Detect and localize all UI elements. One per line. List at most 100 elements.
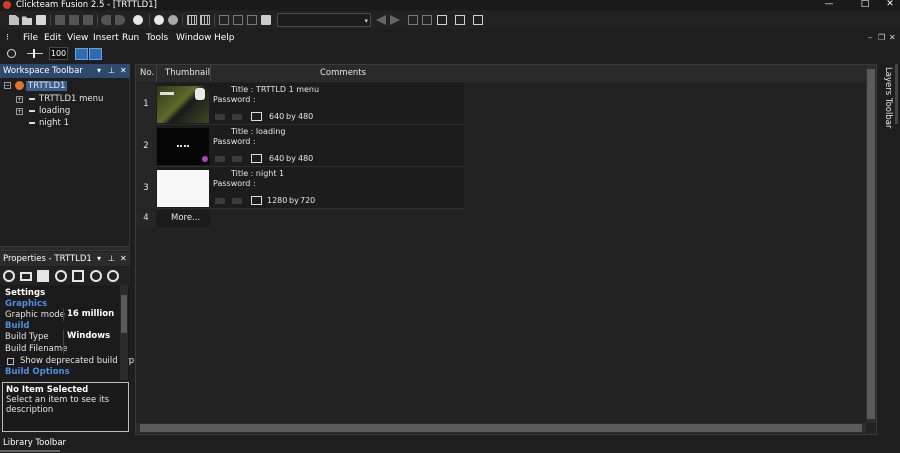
event-editor-icon[interactable] xyxy=(219,15,229,25)
next-frame-icon[interactable] xyxy=(390,15,400,25)
frame-height[interactable]: 480 xyxy=(298,154,313,163)
back-icon[interactable] xyxy=(154,15,164,25)
frame-thumbnail[interactable] xyxy=(157,86,209,123)
scrollbar-thumb[interactable] xyxy=(867,69,875,419)
frame-editor-icon[interactable] xyxy=(200,15,210,25)
tree-item-frame-1[interactable]: TRTTLD1 menu xyxy=(39,93,103,105)
expand-icon[interactable]: + xyxy=(16,108,23,115)
tree-item-frame-3[interactable]: night 1 xyxy=(39,117,69,129)
cut-icon[interactable] xyxy=(55,15,65,25)
maximize-button[interactable]: □ xyxy=(858,0,872,9)
previous-frame-icon[interactable] xyxy=(376,15,386,25)
frame-width[interactable]: 640 xyxy=(269,112,284,121)
menu-file[interactable]: File xyxy=(23,33,38,43)
save-icon[interactable] xyxy=(36,15,46,25)
view-mode-button[interactable] xyxy=(75,48,88,60)
gear-icon[interactable] xyxy=(3,270,15,282)
storyboard-horizontal-scrollbar[interactable] xyxy=(136,423,866,433)
copy-icon[interactable] xyxy=(69,15,79,25)
zoom-input[interactable]: 100 xyxy=(49,47,68,60)
frame-password[interactable]: Password : xyxy=(213,179,256,188)
storyboard-row[interactable]: 2 Title : loading Password : 640 by 480 xyxy=(136,125,464,167)
redo-icon[interactable] xyxy=(115,15,125,25)
menu-edit[interactable]: Edit xyxy=(44,33,61,43)
object-icon[interactable] xyxy=(261,15,271,25)
paste-icon[interactable] xyxy=(83,15,93,25)
compatibility-icon[interactable] xyxy=(107,270,119,282)
window-icon[interactable] xyxy=(20,272,32,281)
mdi-restore-button[interactable]: ❐ xyxy=(878,33,885,42)
close-button[interactable]: ✕ xyxy=(883,0,897,9)
search-icon[interactable] xyxy=(7,49,16,58)
more-frames-button[interactable]: More... xyxy=(171,213,200,223)
frame-title[interactable]: Title : night 1 xyxy=(231,169,284,178)
scrollbar-thumb[interactable] xyxy=(121,295,127,333)
storyboard-row[interactable]: 1 Title : TRTTLD 1 menu Password : 640 b… xyxy=(136,83,464,125)
collapse-icon[interactable]: − xyxy=(4,82,11,89)
panel-splitter[interactable] xyxy=(0,246,130,251)
frame-thumbnail[interactable] xyxy=(157,128,209,165)
storyboard-more-row[interactable]: 4 More... xyxy=(136,210,210,227)
tree-item-application[interactable]: TRTTLD1 xyxy=(26,80,68,92)
tree-item-frame-2[interactable]: loading xyxy=(39,105,70,117)
properties-scrollbar[interactable] xyxy=(120,285,128,380)
frame-height[interactable]: 480 xyxy=(298,112,313,121)
view-mode-alt-button[interactable] xyxy=(89,48,102,60)
frame-thumbnail[interactable] xyxy=(157,170,209,207)
minimize-button[interactable]: — xyxy=(822,0,836,9)
mdi-minimize-button[interactable]: – xyxy=(868,33,872,42)
menu-window[interactable]: Window xyxy=(176,33,212,43)
zoom-slider-handle[interactable] xyxy=(33,49,35,58)
storyboard-vertical-scrollbar[interactable] xyxy=(866,65,876,423)
close-icon[interactable]: ✕ xyxy=(120,254,127,263)
pin-icon[interactable]: ⊥ xyxy=(108,254,115,263)
open-folder-icon[interactable] xyxy=(22,16,32,25)
fade-out-icon[interactable] xyxy=(232,198,242,204)
show-deprecated-checkbox[interactable] xyxy=(7,358,14,365)
chevron-down-icon[interactable]: ▾ xyxy=(97,254,101,263)
event-list-icon[interactable] xyxy=(233,15,243,25)
menu-help[interactable]: Help xyxy=(214,33,235,43)
frame-width[interactable]: 1280 xyxy=(267,196,287,205)
data-elements-icon[interactable] xyxy=(247,15,257,25)
frame-title[interactable]: Title : TRTTLD 1 menu xyxy=(231,85,319,94)
build-type-value[interactable]: Windows EXI xyxy=(63,330,119,343)
fade-in-icon[interactable] xyxy=(215,198,225,204)
frame-height[interactable]: 720 xyxy=(300,196,315,205)
runtime-icon[interactable] xyxy=(37,270,49,282)
frame-password[interactable]: Password : xyxy=(213,95,256,104)
frame-password[interactable]: Password : xyxy=(213,137,256,146)
close-icon[interactable]: ✕ xyxy=(120,66,127,75)
scrollbar-thumb[interactable] xyxy=(140,424,862,432)
pin-icon[interactable]: ⊥ xyxy=(108,66,115,75)
fade-out-icon[interactable] xyxy=(232,156,242,162)
fade-in-icon[interactable] xyxy=(215,114,225,120)
fade-in-icon[interactable] xyxy=(215,156,225,162)
build-filename-value[interactable] xyxy=(63,343,119,354)
menu-run[interactable]: Run xyxy=(122,33,139,43)
menu-insert[interactable]: Insert xyxy=(93,33,119,43)
graphic-mode-value[interactable]: 16 million co xyxy=(63,308,119,321)
zoom-slider[interactable] xyxy=(27,53,43,54)
frame-list-icon[interactable] xyxy=(422,15,432,25)
frame-dropdown[interactable]: ▾ xyxy=(277,13,371,27)
storyboard-icon[interactable] xyxy=(187,15,197,25)
category-build[interactable]: Build xyxy=(5,321,29,332)
library-toolbar[interactable]: Library Toolbar xyxy=(0,435,130,453)
frame-title[interactable]: Title : loading xyxy=(231,127,285,136)
menu-tools[interactable]: Tools xyxy=(146,33,168,43)
help-icon[interactable] xyxy=(133,15,143,25)
mdi-close-button[interactable]: ✕ xyxy=(889,33,896,42)
about-icon[interactable] xyxy=(90,270,102,282)
fullscreen-icon[interactable] xyxy=(473,15,483,25)
grid-icon[interactable] xyxy=(72,270,84,282)
expand-icon[interactable]: + xyxy=(16,96,23,103)
category-graphics[interactable]: Graphics xyxy=(5,299,47,310)
menu-view[interactable]: View xyxy=(67,33,88,43)
select-icon[interactable] xyxy=(455,15,465,25)
frame-width[interactable]: 640 xyxy=(269,154,284,163)
undo-icon[interactable] xyxy=(101,15,111,25)
fade-out-icon[interactable] xyxy=(232,114,242,120)
forward-icon[interactable] xyxy=(168,15,178,25)
chevron-down-icon[interactable]: ▾ xyxy=(97,66,101,75)
